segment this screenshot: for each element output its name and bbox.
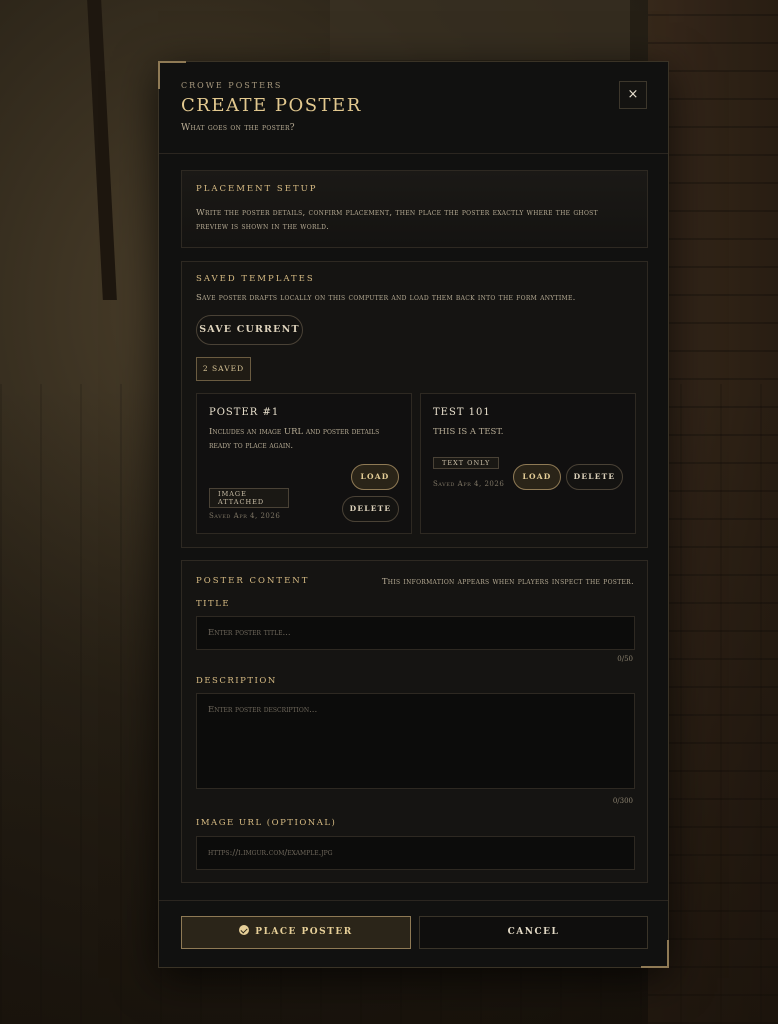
place-poster-label: PLACE POSTER	[255, 927, 353, 937]
delete-template-button[interactable]: DELETE	[566, 464, 623, 490]
templates-heading: SAVED TEMPLATES	[196, 274, 315, 284]
content-note: This information appears when players in…	[381, 577, 634, 587]
template-description: THIS IS A TEST.	[433, 427, 504, 437]
template-card: POSTER #1 Includes an image URL and post…	[196, 393, 412, 534]
footer-divider	[159, 900, 668, 901]
create-poster-modal: CROWE POSTERS CREATE POSTER What goes on…	[158, 61, 669, 968]
placement-setup-panel: PLACEMENT SETUP Write the poster details…	[181, 170, 648, 248]
template-description: Includes an image URL and poster details…	[209, 427, 380, 451]
template-card: TEST 101 THIS IS A TEST. TEXT ONLY Saved…	[420, 393, 636, 534]
templates-text: Save poster drafts locally on this compu…	[196, 293, 576, 303]
template-title: TEST 101	[433, 407, 491, 418]
description-counter: 0/300	[612, 797, 633, 805]
content-heading: POSTER CONTENT	[196, 576, 310, 586]
modal-subtitle: What goes on the poster?	[181, 123, 295, 133]
place-poster-button[interactable]: PLACE POSTER	[181, 916, 411, 949]
saved-templates-panel: SAVED TEMPLATES Save poster drafts local…	[181, 261, 648, 548]
title-label: TITLE	[196, 599, 231, 609]
placement-text: Write the poster details, confirm placem…	[196, 208, 598, 232]
background-sign	[330, 0, 630, 60]
app-kicker: CROWE POSTERS	[181, 81, 283, 90]
load-template-button[interactable]: LOAD	[351, 464, 399, 490]
template-tag: IMAGE ATTACHED	[209, 488, 289, 508]
image-url-label: IMAGE URL (OPTIONAL)	[196, 818, 337, 828]
title-counter: 0/50	[617, 655, 633, 663]
delete-template-button[interactable]: DELETE	[342, 496, 399, 522]
close-icon[interactable]: ×	[619, 81, 647, 109]
placement-heading: PLACEMENT SETUP	[196, 184, 318, 194]
poster-content-panel: POSTER CONTENT This information appears …	[181, 560, 648, 883]
poster-description-input[interactable]	[196, 693, 635, 789]
template-saved-date: Saved Apr 4, 2026	[433, 480, 505, 488]
description-label: DESCRIPTION	[196, 676, 277, 686]
load-template-button[interactable]: LOAD	[513, 464, 561, 490]
poster-title-input[interactable]	[196, 616, 635, 650]
image-url-input[interactable]	[196, 836, 635, 870]
template-title: POSTER #1	[209, 407, 280, 418]
modal-title: CREATE POSTER	[181, 95, 362, 116]
template-saved-date: Saved Apr 4, 2026	[209, 512, 281, 520]
cancel-button[interactable]: CANCEL	[419, 916, 648, 949]
modal-header: CROWE POSTERS CREATE POSTER What goes on…	[159, 62, 668, 154]
save-current-button[interactable]: SAVE CURRENT	[196, 315, 303, 345]
saved-count-badge: 2 SAVED	[196, 357, 251, 381]
template-tag: TEXT ONLY	[433, 457, 500, 469]
check-circle-icon	[239, 925, 250, 935]
background-post	[87, 0, 117, 300]
